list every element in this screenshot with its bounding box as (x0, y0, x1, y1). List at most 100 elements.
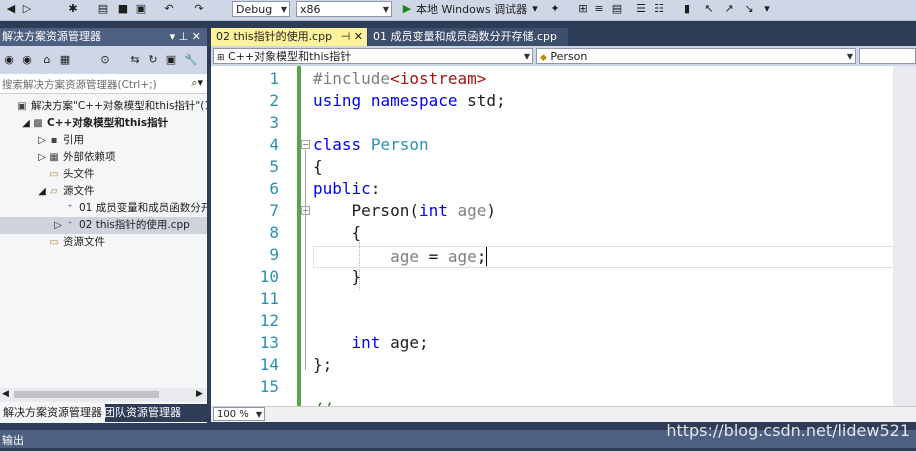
folder-icon: ▭ (49, 169, 59, 180)
tree-item[interactable]: ◢ ▱ 源文件 (0, 183, 207, 200)
expander-icon[interactable]: ◢ (36, 183, 48, 200)
line-number-gutter: 1 2 3 4 5 6 7 8 9 10 11 12 13 14 15 (211, 66, 301, 406)
play-icon[interactable]: ▶ (400, 2, 414, 16)
tree-item[interactable]: ▣ 解决方案"C++对象模型和this指针"(1 个项目) (0, 98, 207, 115)
outdent-icon[interactable]: ▤ (610, 2, 624, 16)
code-line-9: age = age; (390, 247, 488, 266)
home-icon[interactable]: ⌂ (40, 53, 54, 67)
line-number: 10 (259, 267, 279, 286)
tab-label: 02 this指针的使用.cpp (216, 30, 333, 43)
save-all-icon[interactable]: ▣ (134, 2, 148, 16)
code-editor[interactable]: 123456789101112131415 − − #include<iostr… (211, 66, 916, 406)
expander-icon[interactable]: ◢ (20, 115, 32, 132)
prev-bookmark-icon[interactable]: ↖ (702, 2, 716, 16)
bookmark-icon[interactable]: ▮ (680, 2, 694, 16)
vertical-scrollbar[interactable] (893, 66, 916, 406)
properties-icon[interactable]: 🔧 (184, 53, 198, 67)
run-debugger-button[interactable]: 本地 Windows 调试器 (416, 2, 527, 18)
tree-item[interactable]: ▷ ▪ 引用 (0, 132, 207, 149)
main-toolbar: ◀ ▷ ✱ ▤ ■ ▣ ↶ ↷ Debug ▼ x86 ▼ ▶ 本地 Windows… (0, 0, 916, 21)
external-deps-icon: ▦ (49, 152, 59, 163)
uncomment-icon[interactable]: ☷ (652, 2, 666, 16)
chevron-down-icon[interactable]: ▾ (528, 2, 542, 16)
search-icon[interactable]: ⌕▾ (191, 76, 203, 90)
forward-icon[interactable]: ◉ (20, 53, 34, 67)
tab-member-storage-cpp[interactable]: 01 成员变量和成员函数分开存储.cpp (368, 28, 568, 46)
tab-team-explorer[interactable]: 团队资源管理器 (101, 404, 184, 422)
code-line-4: class Person (313, 135, 429, 154)
solution-search-box[interactable]: 搜索解决方案资源管理器(Ctrl+;) ⌕▾ (0, 74, 207, 94)
fold-toggle-icon[interactable]: − (301, 140, 310, 149)
scope-dropdown[interactable]: ⊞ C++对象模型和this指针 ▼ (213, 48, 533, 64)
chevron-down-icon: ▼ (523, 52, 530, 61)
tab-close-icon[interactable]: ⊣ ✕ (341, 28, 363, 46)
undo-icon[interactable]: ↶ (162, 2, 176, 16)
tab-label: 01 成员变量和成员函数分开存储.cpp (373, 30, 558, 43)
redo-icon[interactable]: ↷ (192, 2, 206, 16)
expander-icon[interactable]: ▷ (36, 149, 48, 166)
horizontal-scrollbar[interactable]: ◀ ▶ (0, 388, 207, 402)
line-number: 4 (269, 135, 279, 154)
tree-item[interactable]: ▭ 资源文件 (0, 234, 207, 251)
tree-item[interactable]: ▭ 头文件 (0, 166, 207, 183)
member-dropdown[interactable]: ◆ Person ▼ (536, 48, 856, 64)
next-bookmark-icon[interactable]: ↗ (722, 2, 736, 16)
open-file-icon[interactable]: ▤ (96, 2, 110, 16)
change-tracking-bar (297, 66, 301, 406)
member-value: Person (550, 50, 588, 63)
flame-icon[interactable]: ✦ (548, 2, 562, 16)
expander-icon[interactable]: ▷ (36, 132, 48, 149)
zoom-dropdown[interactable]: 100 % ▼ (213, 407, 265, 421)
save-icon[interactable]: ■ (116, 2, 130, 16)
tab-this-pointer-cpp[interactable]: 02 this指针的使用.cpp ⊣ ✕ (211, 28, 367, 46)
search-placeholder: 搜索解决方案资源管理器(Ctrl+;) (2, 79, 157, 91)
code-line-13: int age; (351, 333, 429, 352)
configuration-value: Debug (236, 3, 273, 16)
solution-icon: ▣ (17, 101, 27, 112)
cpp-file-icon: ⁺ (67, 203, 73, 214)
code-line-5: { (313, 157, 323, 176)
breakpoint-icon[interactable]: ⊞ (576, 2, 590, 16)
project-icon: ▩ (33, 118, 43, 129)
solution-tree: ▣解决方案"C++对象模型和this指针"(1 个项目)◢▩C++对象模型和th… (0, 98, 207, 386)
chevron-down-icon[interactable]: ▾ (760, 2, 774, 16)
zoom-value: 100 % (217, 409, 249, 420)
new-project-icon[interactable]: ✱ (66, 2, 80, 16)
tab-solution-explorer[interactable]: 解决方案资源管理器 (0, 404, 105, 422)
watermark-text: https://blog.csdn.net/lidew521 (666, 421, 910, 440)
back-icon[interactable]: ◀ (4, 2, 18, 16)
tree-item-label: 资源文件 (63, 236, 105, 248)
line-number: 6 (269, 179, 279, 198)
code-line-8: { (313, 223, 362, 242)
collapse-all-icon[interactable]: ▣ (164, 53, 178, 67)
tree-item[interactable]: ⁺ 01 成员变量和成员函数分开存储.cpp (0, 200, 207, 217)
folder-open-icon: ▱ (50, 186, 58, 197)
pending-changes-icon[interactable]: ⊙ (98, 53, 112, 67)
platform-dropdown[interactable]: x86 ▼ (296, 1, 392, 17)
scroll-right-icon[interactable]: ▶ (196, 389, 203, 399)
line-number: 2 (269, 91, 279, 110)
line-number: 11 (259, 289, 279, 308)
tree-item[interactable]: ◢ ▩ C++对象模型和this指针 (0, 115, 207, 132)
clear-bookmarks-icon[interactable]: ↘ (742, 2, 756, 16)
refresh-icon[interactable]: ↻ (146, 53, 160, 67)
function-dropdown[interactable] (859, 48, 916, 64)
member-icon: ◆ (540, 53, 547, 63)
scroll-left-icon[interactable]: ◀ (2, 389, 9, 399)
switch-views-icon[interactable]: ▦ (58, 53, 72, 67)
tree-item[interactable]: ▷ ⁺ 02 this指针的使用.cpp (0, 217, 207, 234)
navigation-bar: ⊞ C++对象模型和this指针 ▼ ◆ Person ▼ (211, 46, 916, 66)
platform-value: x86 (300, 3, 321, 16)
indent-icon[interactable]: ≡ (592, 2, 606, 16)
tree-item-label: 头文件 (63, 168, 95, 180)
scroll-thumb[interactable] (14, 391, 159, 398)
back-icon[interactable]: ◉ (2, 53, 16, 67)
panel-pin-icon[interactable]: ▾ ⊥ ✕ (170, 28, 201, 46)
forward-icon[interactable]: ▷ (20, 2, 34, 16)
expander-icon[interactable]: ▷ (52, 217, 64, 234)
configuration-dropdown[interactable]: Debug ▼ (232, 1, 290, 17)
comment-icon[interactable]: ☰ (634, 2, 648, 16)
tree-item[interactable]: ▷ ▦ 外部依赖项 (0, 149, 207, 166)
sync-icon[interactable]: ⇆ (128, 53, 142, 67)
line-number: 5 (269, 157, 279, 176)
